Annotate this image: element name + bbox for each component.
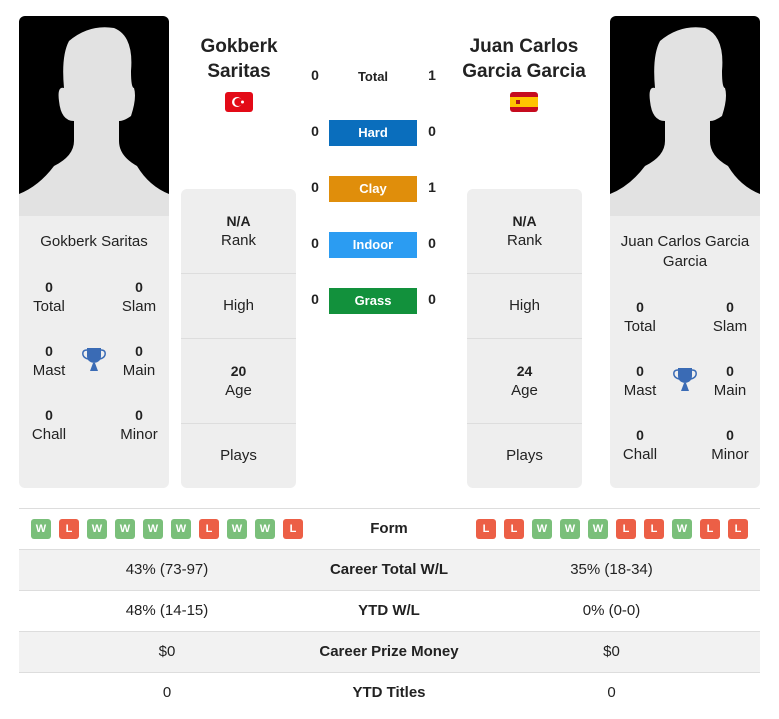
player1-photo [19, 16, 169, 216]
player1-titles-chall: 0 Chall [31, 407, 67, 443]
form-badge-loss: L [728, 519, 748, 539]
player1-name[interactable]: Gokberk Saritas [178, 34, 300, 84]
form-badge-loss: L [616, 519, 636, 539]
divider [467, 273, 582, 274]
player2-titles-slam: 0 Slam [712, 299, 748, 335]
player2-titles-chall: 0 Chall [622, 427, 658, 463]
divider [181, 273, 296, 274]
player2-ytd-titles: 0 [607, 684, 616, 701]
h2h-total-label: Total [357, 69, 389, 84]
player2-photo [610, 16, 760, 216]
surface-clay: Clay [329, 176, 417, 202]
form-badge-loss: L [199, 519, 219, 539]
form-badge-win: W [87, 519, 107, 539]
spain-flag-icon [510, 92, 538, 112]
player2-name[interactable]: Juan Carlos Garcia Garcia [460, 34, 588, 84]
player1-info-card: N/A Rank High 20 Age Plays [181, 189, 296, 488]
turkey-flag-icon [225, 92, 253, 112]
stat-row-ytd-wl: 48% (14-15) YTD W/L 0% (0-0) [19, 590, 760, 631]
h2h-indoor-p2: 0 [428, 235, 436, 251]
form-row: WLWWWWLWWL Form LLWWWLLWLL [19, 508, 760, 549]
silhouette-icon [610, 27, 760, 216]
player2-titles-main: 0 Main [713, 363, 747, 399]
form-badge-win: W [255, 519, 275, 539]
player1-titles-minor: 0 Minor [120, 407, 158, 443]
player2-titles-total: 0 Total [624, 299, 656, 335]
h2h-indoor-p1: 0 [311, 235, 319, 251]
form-badge-loss: L [283, 519, 303, 539]
form-badge-win: W [31, 519, 51, 539]
prize-money-label: Career Prize Money [319, 643, 459, 660]
stat-row-ytd-titles: 0 YTD Titles 0 [19, 672, 760, 713]
divider [467, 423, 582, 424]
form-badge-win: W [672, 519, 692, 539]
player1-plays: Plays [220, 447, 257, 464]
player1-titles-total: 0 Total [33, 279, 65, 315]
form-badge-win: W [588, 519, 608, 539]
h2h-total-p1: 0 [311, 67, 319, 83]
player1-titles-mast: 0 Mast [32, 343, 66, 379]
player2-prize-money: $0 [603, 643, 620, 660]
form-badge-loss: L [644, 519, 664, 539]
player2-high: High [509, 297, 540, 314]
player1-rank: N/A Rank [220, 213, 257, 249]
player1-ytd-wl: 48% (14-15) [125, 602, 209, 619]
stat-row-career-wl: 43% (73-97) Career Total W/L 35% (18-34) [19, 549, 760, 590]
h2h-hard-p2: 0 [428, 123, 436, 139]
player1-card: Gokberk Saritas 0 Total 0 Slam 0 Mast 0 Main… [19, 216, 169, 488]
ytd-wl-label: YTD W/L [358, 602, 420, 619]
career-wl-label: Career Total W/L [329, 561, 449, 578]
player1-age: 20 Age [225, 363, 252, 399]
player2-plays: Plays [506, 447, 543, 464]
h2h-clay-p1: 0 [311, 179, 319, 195]
player1-high: High [223, 297, 254, 314]
player2-career-wl: 35% (18-34) [570, 561, 653, 578]
player2-info-card: N/A Rank High 24 Age Plays [467, 189, 582, 488]
trophy-icon [82, 348, 106, 371]
h2h-clay-p2: 1 [428, 179, 436, 195]
player2-titles-minor: 0 Minor [711, 427, 749, 463]
player2-age: 24 Age [511, 363, 538, 399]
player2-titles-mast: 0 Mast [623, 363, 657, 399]
surface-hard: Hard [329, 120, 417, 146]
h2h-total-p2: 1 [428, 67, 436, 83]
divider [467, 338, 582, 339]
form-badge-win: W [532, 519, 552, 539]
silhouette-icon [19, 27, 169, 216]
surface-grass: Grass [329, 288, 417, 314]
ytd-titles-label: YTD Titles [352, 684, 426, 701]
h2h-grass-p2: 0 [428, 291, 436, 307]
divider [181, 338, 296, 339]
form-badge-loss: L [700, 519, 720, 539]
surface-indoor: Indoor [329, 232, 417, 258]
trophy-icon [673, 368, 697, 391]
player2-ytd-wl: 0% (0-0) [582, 602, 641, 619]
player1-ytd-titles: 0 [162, 684, 172, 701]
form-badge-loss: L [476, 519, 496, 539]
form-badge-win: W [171, 519, 191, 539]
h2h-grass-p1: 0 [311, 291, 319, 307]
h2h-hard-p1: 0 [311, 123, 319, 139]
player1-prize-money: $0 [158, 643, 176, 660]
form-badge-loss: L [59, 519, 79, 539]
player1-titles-main: 0 Main [122, 343, 156, 379]
player1-card-name: Gokberk Saritas [40, 233, 148, 250]
form-badge-win: W [143, 519, 163, 539]
player1-career-wl: 43% (73-97) [125, 561, 209, 578]
form-badge-win: W [227, 519, 247, 539]
form-badge-loss: L [504, 519, 524, 539]
stat-row-prize-money: $0 Career Prize Money $0 [19, 631, 760, 672]
form-badge-win: W [560, 519, 580, 539]
divider [181, 423, 296, 424]
player2-card: Juan Carlos Garcia Garcia 0 Total 0 Slam 0… [610, 216, 760, 488]
player2-card-name: Juan Carlos Garcia Garcia [620, 233, 750, 270]
player2-rank: N/A Rank [506, 213, 543, 249]
form-label: Form [370, 520, 408, 537]
player1-titles-slam: 0 Slam [121, 279, 157, 315]
form-badge-win: W [115, 519, 135, 539]
